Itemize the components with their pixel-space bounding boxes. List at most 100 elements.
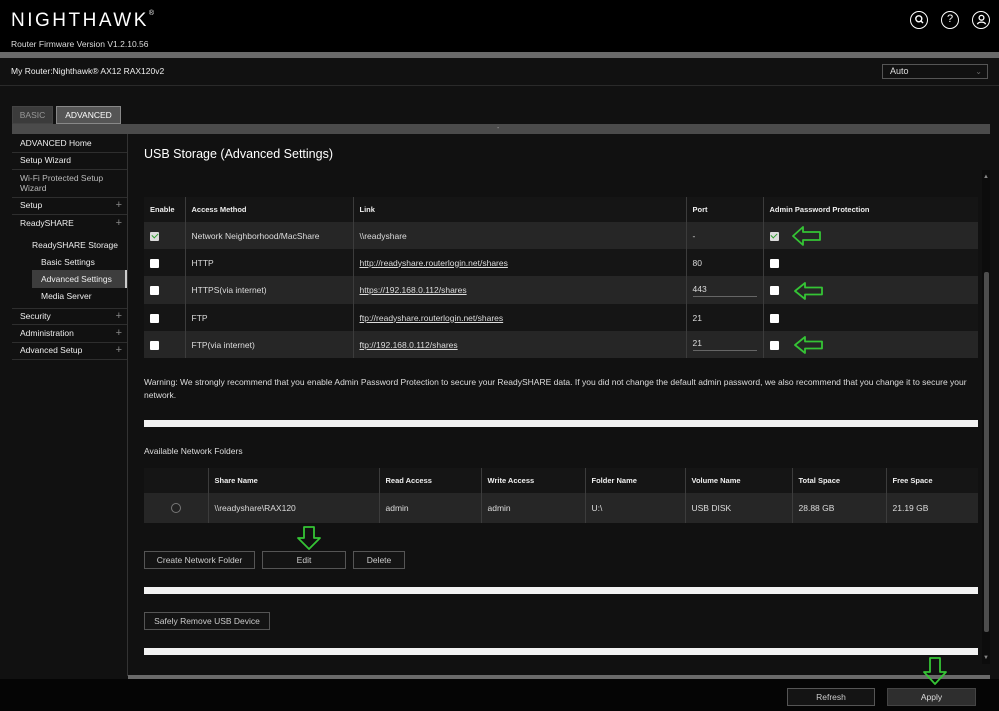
network-folders-table: Share Name Read Access Write Access Fold… — [144, 468, 978, 523]
annotation-arrow-icon — [794, 336, 823, 354]
sidebar-divider — [127, 134, 128, 676]
free-space: 21.19 GB — [886, 493, 978, 523]
port-value: 21 — [686, 304, 764, 331]
enable-checkbox[interactable] — [150, 231, 159, 241]
sidebar-item-advanced-home[interactable]: ADVANCED Home — [12, 136, 127, 153]
column-header: Access Method — [185, 197, 354, 222]
sidebar-item-setup-wizard[interactable]: Setup Wizard — [12, 153, 127, 170]
header: NIGHTHAWK® Router Firmware Version V1.2.… — [0, 0, 999, 52]
folder-radio[interactable] — [170, 503, 181, 514]
table-row: \\readyshare\RAX120 admin admin U:\ USB … — [144, 493, 978, 523]
table-row: FTP(via internet) ftp://192.168.0.112/sh… — [144, 331, 978, 358]
sidebar-item-setup[interactable]: Setup + — [12, 198, 127, 215]
password-protection-checkbox[interactable] — [769, 340, 779, 350]
column-header: Volume Name — [685, 468, 793, 493]
access-method: Network Neighborhood/MacShare — [185, 222, 354, 249]
scrollbar-thumb[interactable] — [984, 272, 989, 632]
share-link[interactable]: http://readyshare.routerlogin.net/shares — [360, 258, 508, 268]
scroll-down-icon[interactable]: ▼ — [983, 655, 989, 661]
column-header: Share Name — [208, 468, 380, 493]
enable-checkbox[interactable] — [150, 286, 159, 296]
annotation-arrow-icon — [792, 226, 821, 246]
sidebar: ADVANCED Home Setup Wizard Wi-Fi Protect… — [12, 134, 127, 364]
expand-icon: + — [115, 327, 122, 339]
total-space: 28.88 GB — [792, 493, 887, 523]
password-protection-checkbox[interactable] — [769, 258, 779, 268]
share-link[interactable]: ftp://192.168.0.112/shares — [360, 340, 458, 350]
search-icon[interactable] — [910, 11, 928, 29]
page-title: USB Storage (Advanced Settings) — [144, 147, 333, 161]
expand-icon: + — [115, 344, 122, 356]
share-link: \\readyshare — [353, 222, 687, 249]
annotation-arrow-icon — [297, 526, 321, 550]
delete-button[interactable]: Delete — [353, 551, 405, 569]
tab-advanced[interactable]: ADVANCED — [56, 106, 121, 124]
refresh-button[interactable]: Refresh — [787, 688, 875, 706]
router-model: My Router:Nighthawk® AX12 RAX120v2 — [11, 66, 165, 76]
sidebar-item-readyshare[interactable]: ReadySHARE + — [12, 215, 127, 233]
table-row: HTTP http://readyshare.routerlogin.net/s… — [144, 249, 978, 276]
apply-button[interactable]: Apply — [887, 688, 976, 706]
port-value: 80 — [686, 249, 764, 276]
safely-remove-usb-button[interactable]: Safely Remove USB Device — [144, 612, 270, 630]
sidebar-sub-basic-settings[interactable]: Basic Settings — [41, 257, 95, 267]
table-row: HTTPS(via internet) https://192.168.0.11… — [144, 276, 978, 304]
security-warning: Warning: We strongly recommend that you … — [144, 377, 967, 400]
create-network-folder-button[interactable]: Create Network Folder — [144, 551, 255, 569]
column-header: Free Space — [886, 468, 978, 493]
table-row: FTP ftp://readyshare.routerlogin.net/sha… — [144, 304, 978, 331]
column-header: Enable — [144, 197, 186, 222]
scroll-up-icon[interactable]: ▲ — [983, 174, 989, 180]
sidebar-sub-readyshare-storage[interactable]: ReadySHARE Storage — [32, 240, 118, 250]
column-header: Write Access — [481, 468, 586, 493]
column-header — [144, 468, 209, 493]
column-header: Read Access — [379, 468, 482, 493]
annotation-arrow-icon — [794, 282, 823, 300]
sidebar-item-wps-wizard[interactable]: Wi-Fi Protected Setup Wizard — [12, 170, 127, 198]
column-header: Link — [353, 197, 687, 222]
network-folders-title: Available Network Folders — [144, 446, 243, 456]
user-icon[interactable] — [972, 11, 990, 29]
table-row: Network Neighborhood/MacShare \\readysha… — [144, 222, 978, 249]
expand-icon: + — [115, 217, 122, 229]
enable-checkbox[interactable] — [150, 313, 159, 323]
section-divider — [144, 420, 978, 427]
share-link[interactable]: ftp://readyshare.routerlogin.net/shares — [360, 313, 504, 323]
share-link[interactable]: https://192.168.0.112/shares — [360, 285, 467, 295]
port-input[interactable]: 21 — [692, 338, 757, 351]
folder-name: U:\ — [585, 493, 686, 523]
annotation-arrow-icon — [923, 657, 947, 685]
enable-checkbox[interactable] — [150, 258, 159, 268]
column-header: Admin Password Protection — [763, 197, 978, 222]
port-input[interactable]: 443 — [692, 284, 757, 297]
volume-name: USB DISK — [685, 493, 793, 523]
share-name: \\readyshare\RAX120 — [208, 493, 380, 523]
password-protection-checkbox[interactable] — [769, 313, 779, 323]
sidebar-item-administration[interactable]: Administration + — [12, 326, 127, 343]
password-protection-checkbox[interactable] — [769, 231, 779, 241]
help-icon[interactable]: ? — [941, 11, 959, 29]
access-method: HTTPS(via internet) — [185, 276, 354, 304]
sidebar-sub-media-server[interactable]: Media Server — [41, 291, 92, 301]
enable-checkbox[interactable] — [150, 340, 159, 350]
write-access: admin — [481, 493, 586, 523]
firmware-version: Router Firmware Version V1.2.10.56 — [11, 39, 149, 49]
port-value: - — [686, 222, 764, 249]
sidebar-item-security[interactable]: Security + — [12, 308, 127, 325]
collapse-marker: - — [497, 125, 500, 132]
section-divider — [144, 587, 978, 594]
table-header-row: Share Name Read Access Write Access Fold… — [144, 468, 978, 493]
language-select[interactable]: Auto ⌄ — [882, 64, 988, 79]
chevron-down-icon: ⌄ — [975, 67, 982, 76]
sidebar-item-advanced-setup[interactable]: Advanced Setup + — [12, 343, 127, 360]
expand-icon: + — [115, 199, 122, 211]
edit-button[interactable]: Edit — [262, 551, 346, 569]
nighthawk-logo[interactable]: NIGHTHAWK® — [11, 10, 154, 32]
table-header-row: Enable Access Method Link Port Admin Pas… — [144, 197, 978, 222]
password-protection-checkbox[interactable] — [769, 286, 779, 296]
expand-icon: + — [115, 310, 122, 322]
tab-basic[interactable]: BASIC — [12, 106, 53, 124]
section-divider — [144, 648, 978, 655]
tab-strip[interactable]: - — [12, 124, 990, 134]
access-method: FTP — [185, 304, 354, 331]
